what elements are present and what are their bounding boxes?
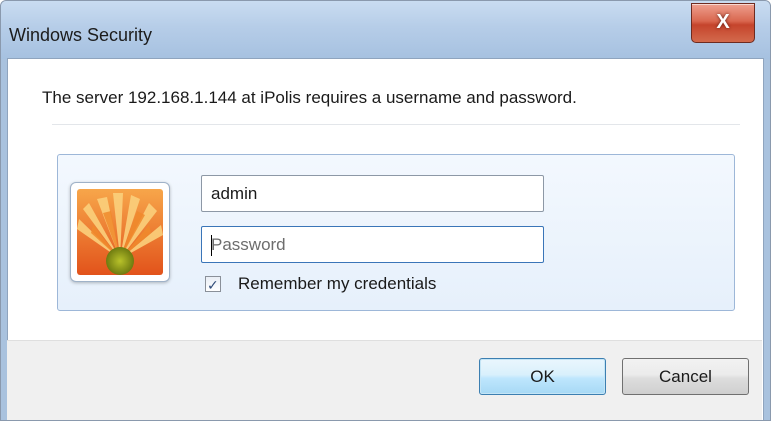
password-input[interactable] [202,227,536,262]
user-avatar [70,182,170,282]
password-field[interactable] [201,226,544,263]
window-title: Windows Security [9,25,153,45]
user-flower-picture-icon [77,189,163,275]
text-caret [211,235,212,256]
separator [52,124,740,125]
server-message: The server 192.168.1.144 at iPolis requi… [42,88,577,107]
title-bar[interactable]: Windows Security X [1,1,770,59]
cancel-button[interactable]: Cancel [622,358,749,395]
ok-button[interactable]: OK [479,358,606,395]
username-input[interactable] [202,176,536,211]
close-icon: X [716,11,730,33]
username-field[interactable] [201,175,544,212]
checkmark-icon: ✓ [207,277,219,293]
remember-label: Remember my credentials [238,274,437,293]
remember-checkbox[interactable]: ✓ [205,276,221,293]
close-button[interactable]: X [691,3,755,43]
